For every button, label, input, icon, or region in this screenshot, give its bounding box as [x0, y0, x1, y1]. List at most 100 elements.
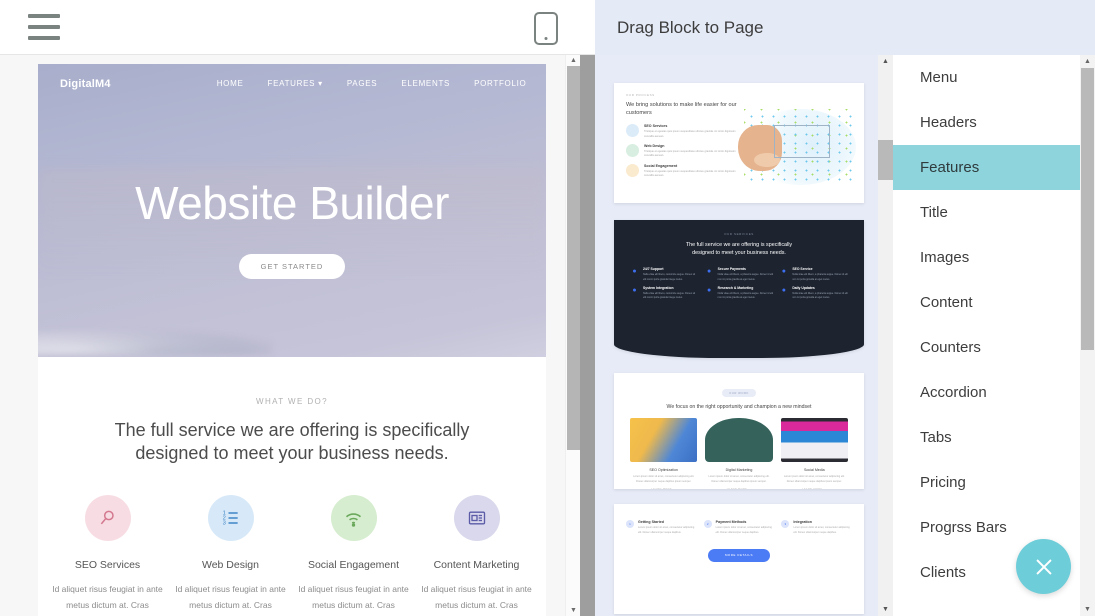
close-icon — [1036, 559, 1051, 574]
section-eyebrow: WHAT WE DO? — [256, 397, 328, 406]
close-panel-button[interactable] — [1016, 539, 1071, 594]
preview-scrollbar[interactable]: ▲ ▼ — [565, 55, 580, 616]
scroll-up-arrow-icon[interactable]: ▲ — [566, 55, 581, 66]
chevron-down-icon: ▾ — [318, 79, 323, 88]
block-thumbnails-list[interactable]: OUR PROCESS We bring solutions to make l… — [595, 55, 878, 616]
learn-more-link[interactable]: LEARN MORE → — [781, 488, 848, 489]
site-brand[interactable]: DigitalM4 — [60, 78, 111, 90]
feature-card[interactable]: SEO Services Id aliquet risus feugiat in… — [46, 495, 169, 616]
block-heading-line2: designed to meet your business needs. — [692, 250, 786, 257]
service-text: Nulla vitae elit libero, a pharetra augu… — [717, 291, 774, 300]
category-item-pricing[interactable]: Pricing — [893, 460, 1080, 505]
focus-cards: SEO Optimization Lorem ipsum dolor sit a… — [624, 418, 854, 489]
block-thumbnail-focus[interactable]: OUR WORK We focus on the right opportuni… — [614, 373, 864, 489]
scroll-down-arrow-icon[interactable]: ▼ — [1080, 603, 1095, 616]
preview-scrollbar-thumb[interactable] — [567, 66, 580, 450]
scroll-up-arrow-icon[interactable]: ▲ — [878, 55, 893, 68]
service-title: Daily Updates — [792, 285, 815, 290]
wifi-icon — [330, 495, 377, 542]
shield-icon: ● — [707, 268, 712, 276]
category-item-tabs[interactable]: Tabs — [893, 415, 1080, 460]
service-title: Secure Payments — [717, 267, 746, 272]
service-cell: ● Research & Marketing Nulla vitae elit li… — [705, 286, 774, 301]
step-item: 1 Getting Started Lorem ipsum dolor sit am… — [626, 520, 697, 535]
block-eyebrow: OUR PROCESS — [626, 93, 655, 97]
step-title: Integration — [793, 520, 812, 524]
step-text: Lorem ipsum dolor sit amet, consectetur … — [715, 526, 772, 534]
more-details-button[interactable]: MORE DETAILS — [708, 549, 770, 562]
preview-site: DigitalM4 HOME FEATURES ▾ PAGES ELEMENTS… — [38, 64, 546, 616]
feature-title: SEO Services — [74, 559, 141, 572]
step-text: Lorem ipsum dolor sit amet, consectetur … — [638, 526, 695, 534]
nav-link-pages[interactable]: PAGES — [347, 79, 377, 88]
category-item-counters[interactable]: Counters — [893, 325, 1080, 370]
design-icon — [626, 144, 639, 158]
item-title: Web Design — [644, 144, 665, 149]
preview-viewport[interactable]: DigitalM4 HOME FEATURES ▾ PAGES ELEMENTS… — [0, 55, 565, 616]
social-icon — [626, 163, 639, 177]
nav-link-portfolio[interactable]: PORTFOLIO — [474, 79, 526, 88]
category-item-content[interactable]: Content — [893, 280, 1080, 325]
site-nav-links: HOME FEATURES ▾ PAGES ELEMENTS PORTFOLIO — [217, 79, 527, 88]
headset-icon: ● — [632, 268, 637, 276]
preview-gutter — [580, 55, 595, 616]
section-heading: The full service we are offering is spec… — [38, 419, 546, 465]
categories-scrollbar-thumb[interactable] — [1081, 68, 1094, 350]
hero-title: Website Builder — [135, 177, 449, 229]
article-icon — [453, 495, 500, 542]
service-cell: ● SEO Service Nulla vitae elit libero, a p… — [779, 267, 848, 282]
refresh-icon: ● — [781, 268, 786, 276]
category-item-title[interactable]: Title — [893, 190, 1080, 235]
nav-link-elements[interactable]: ELEMENTS — [401, 79, 450, 88]
site-hero: DigitalM4 HOME FEATURES ▾ PAGES ELEMENTS… — [38, 64, 546, 357]
feature-card[interactable]: Content Marketing Id aliquet risus feugi… — [415, 495, 538, 616]
category-item-headers[interactable]: Headers — [893, 100, 1080, 145]
feature-text: Id aliquet risus feugiat in ante metus d… — [52, 584, 163, 616]
site-navbar: DigitalM4 HOME FEATURES ▾ PAGES ELEMENTS… — [38, 64, 546, 103]
block-thumbnail-steps[interactable]: 1 Getting Started Lorem ipsum dolor sit am… — [614, 504, 864, 614]
step-text: Lorem ipsum dolor sit amet, consectetur … — [793, 526, 850, 534]
card-text: Lorem ipsum dolor sit amet, consectetur … — [633, 475, 695, 483]
scroll-down-arrow-icon[interactable]: ▼ — [878, 603, 893, 616]
scroll-up-arrow-icon[interactable]: ▲ — [1080, 55, 1095, 68]
blocks-scrollbar-thumb[interactable] — [878, 140, 893, 180]
card-text: Lorem ipsum dolor sit amet, consectetur … — [708, 475, 770, 483]
hamburger-menu-icon[interactable] — [28, 14, 60, 40]
service-cell: ● 24/7 Support Nulla vitae elit libero, cu… — [630, 267, 699, 282]
step-number: 3 — [781, 520, 790, 528]
service-text: Nulla vitae elit libero, a pharetra augu… — [792, 291, 848, 300]
feature-card[interactable]: Social Engagement Id aliquet risus feugi… — [292, 495, 415, 616]
scroll-down-arrow-icon[interactable]: ▼ — [566, 605, 581, 616]
get-started-button[interactable]: GET STARTED — [238, 254, 346, 279]
card-text: Lorem ipsum dolor sit amet, consectetur … — [783, 475, 845, 483]
seo-thumbnail-image — [630, 418, 698, 462]
service-text: Nulla vitae elit libero, customize augue… — [643, 291, 696, 300]
feature-title: Web Design — [201, 559, 259, 572]
categories-scrollbar[interactable]: ▲ ▼ — [1080, 55, 1095, 616]
feature-text: Id aliquet risus feugiat in ante metus d… — [175, 584, 286, 616]
category-item-features[interactable]: Features — [893, 145, 1080, 190]
share-icon: ● — [707, 286, 712, 294]
block-thumbnail-services-dark[interactable]: OUR SERVICES The full service we are off… — [614, 220, 864, 358]
category-item-menu[interactable]: Menu — [893, 55, 1080, 100]
feature-title: Content Marketing — [433, 559, 520, 572]
feature-text: Id aliquet risus feugiat in ante metus d… — [298, 584, 409, 616]
globe-icon: ● — [781, 286, 786, 294]
learn-more-link[interactable]: LEARN MORE → — [705, 488, 772, 489]
blocks-panel-header: Drag Block to Page — [595, 0, 1095, 55]
category-item-images[interactable]: Images — [893, 235, 1080, 280]
blocks-scrollbar[interactable]: ▲ ▼ — [878, 55, 893, 616]
mobile-device-icon[interactable] — [534, 12, 558, 45]
editor-toolbar — [0, 0, 595, 55]
nav-link-home[interactable]: HOME — [217, 79, 244, 88]
focus-card: SEO Optimization Lorem ipsum dolor sit a… — [630, 418, 698, 489]
nav-link-features[interactable]: FEATURES ▾ — [268, 79, 323, 88]
category-item-accordion[interactable]: Accordion — [893, 370, 1080, 415]
learn-more-link[interactable]: LEARN MORE → — [630, 488, 697, 489]
service-cell: ● System Integration Nulla vitae elit libe… — [630, 286, 699, 301]
block-heading: The full service we are offering is spec… — [626, 241, 852, 257]
feature-card[interactable]: 123 Web Design Id aliquet risus feugiat … — [169, 495, 292, 616]
features-row: SEO Services Id aliquet risus feugiat in… — [38, 495, 546, 616]
panel-title: Drag Block to Page — [617, 17, 764, 37]
block-thumbnail-process[interactable]: OUR PROCESS We bring solutions to make l… — [614, 83, 864, 203]
